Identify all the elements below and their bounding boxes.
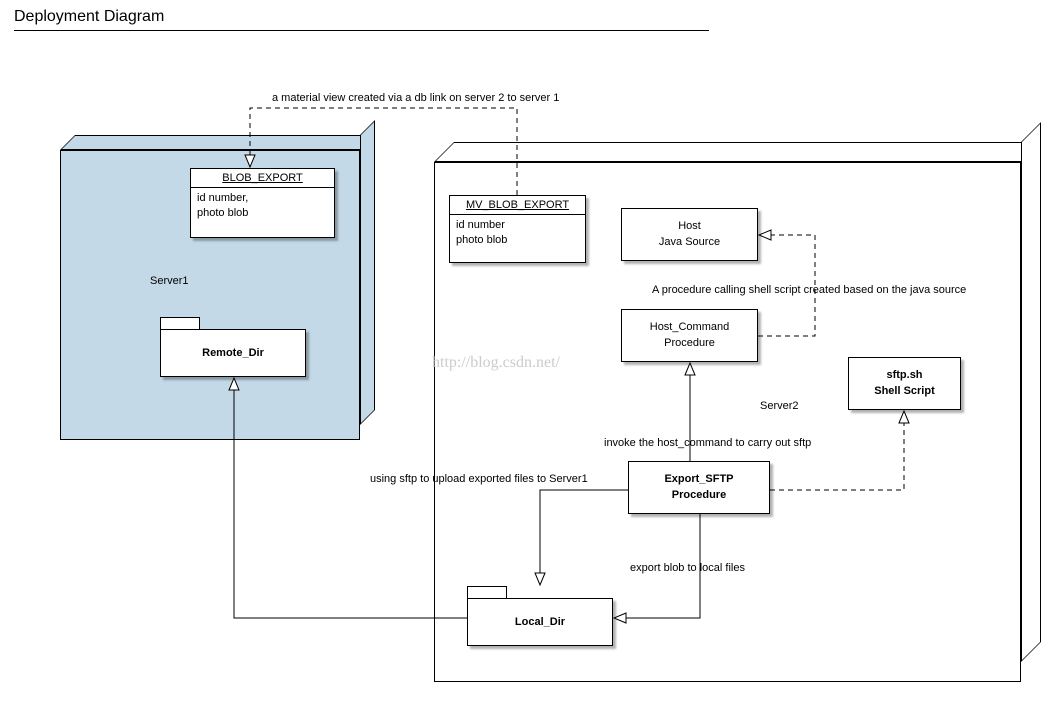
local-dir-label: Local_Dir — [467, 598, 613, 646]
remote-dir-folder: Remote_Dir — [160, 317, 306, 377]
blob-export-class: BLOB_EXPORT id number, photo blob — [190, 168, 335, 238]
server2-label: Server2 — [760, 400, 799, 412]
blob-export-body: id number, photo blob — [191, 188, 334, 225]
sftp-sh-box: sftp.sh Shell Script — [848, 357, 961, 410]
export-sftp-box: Export_SFTP Procedure — [628, 461, 770, 514]
mv-blob-export-class: MV_BLOB_EXPORT id number photo blob — [449, 195, 586, 263]
host-java-box: Host Java Source — [621, 208, 758, 261]
label-sftp-upload: using sftp to upload exported files to S… — [370, 473, 588, 485]
remote-dir-label: Remote_Dir — [160, 329, 306, 377]
watermark: http://blog.csdn.net/ — [432, 354, 560, 372]
label-proc-java: A procedure calling shell script created… — [652, 284, 966, 296]
label-export-blob: export blob to local files — [630, 562, 745, 574]
label-mv-link: a material view created via a db link on… — [272, 92, 559, 104]
blob-export-header: BLOB_EXPORT — [191, 169, 334, 188]
mv-blob-export-header: MV_BLOB_EXPORT — [450, 196, 585, 215]
title-underline — [14, 30, 709, 31]
page-title: Deployment Diagram — [14, 8, 164, 26]
label-invoke-host: invoke the host_command to carry out sft… — [604, 437, 811, 449]
server1-label: Server1 — [150, 275, 189, 287]
local-dir-folder: Local_Dir — [467, 586, 613, 646]
host-cmd-box: Host_Command Procedure — [621, 309, 758, 362]
mv-blob-export-body: id number photo blob — [450, 215, 585, 252]
